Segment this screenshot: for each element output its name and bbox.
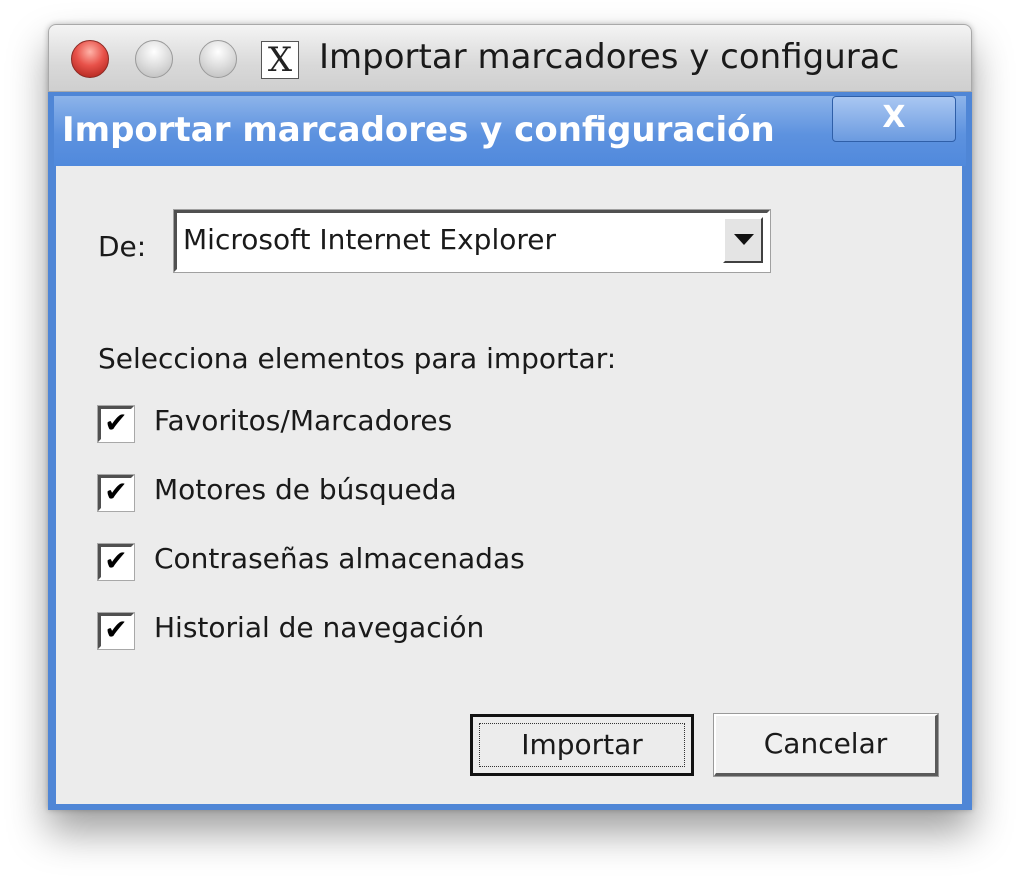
items-section-label: Selecciona elementos para importar: (98, 342, 617, 375)
dialog-close-button[interactable]: X (832, 96, 956, 142)
dialog-frame: Importar marcadores y configuración X De… (48, 92, 972, 810)
checkbox-label-passwords[interactable]: Contraseñas almacenadas (154, 542, 525, 575)
dropdown-arrow-button[interactable] (723, 217, 763, 263)
mac-window-title: Importar marcadores y configurac (319, 37, 900, 77)
checkbox-search-engines[interactable]: ✔ (97, 474, 135, 512)
checkbox-label-search-engines[interactable]: Motores de búsqueda (154, 473, 457, 506)
checkbox-passwords[interactable]: ✔ (97, 543, 135, 581)
from-label: De: (98, 230, 147, 263)
dialog-content: De: Microsoft Internet Explorer Seleccio… (56, 166, 962, 804)
dialog-titlebar[interactable]: Importar marcadores y configuración X (54, 96, 966, 166)
mac-titlebar[interactable]: X Importar marcadores y configurac (48, 24, 972, 92)
window-close-icon[interactable] (71, 40, 109, 78)
import-button[interactable]: Importar (470, 714, 694, 776)
window-zoom-icon[interactable] (199, 40, 237, 78)
checkbox-history[interactable]: ✔ (97, 612, 135, 650)
source-browser-value: Microsoft Internet Explorer (183, 223, 556, 256)
cancel-button[interactable]: Cancelar (713, 713, 939, 777)
x11-app-icon: X (261, 41, 299, 79)
chevron-down-icon (734, 234, 754, 245)
checkbox-label-history[interactable]: Historial de navegación (154, 611, 484, 644)
dialog-title: Importar marcadores y configuración (62, 110, 775, 150)
import-window: X Importar marcadores y configurac Impor… (48, 24, 972, 810)
import-button-label: Importar (521, 728, 643, 761)
checkbox-favorites[interactable]: ✔ (97, 405, 135, 443)
source-browser-select[interactable]: Microsoft Internet Explorer (173, 209, 771, 273)
checkbox-label-favorites[interactable]: Favoritos/Marcadores (154, 404, 452, 437)
window-minimize-icon[interactable] (135, 40, 173, 78)
